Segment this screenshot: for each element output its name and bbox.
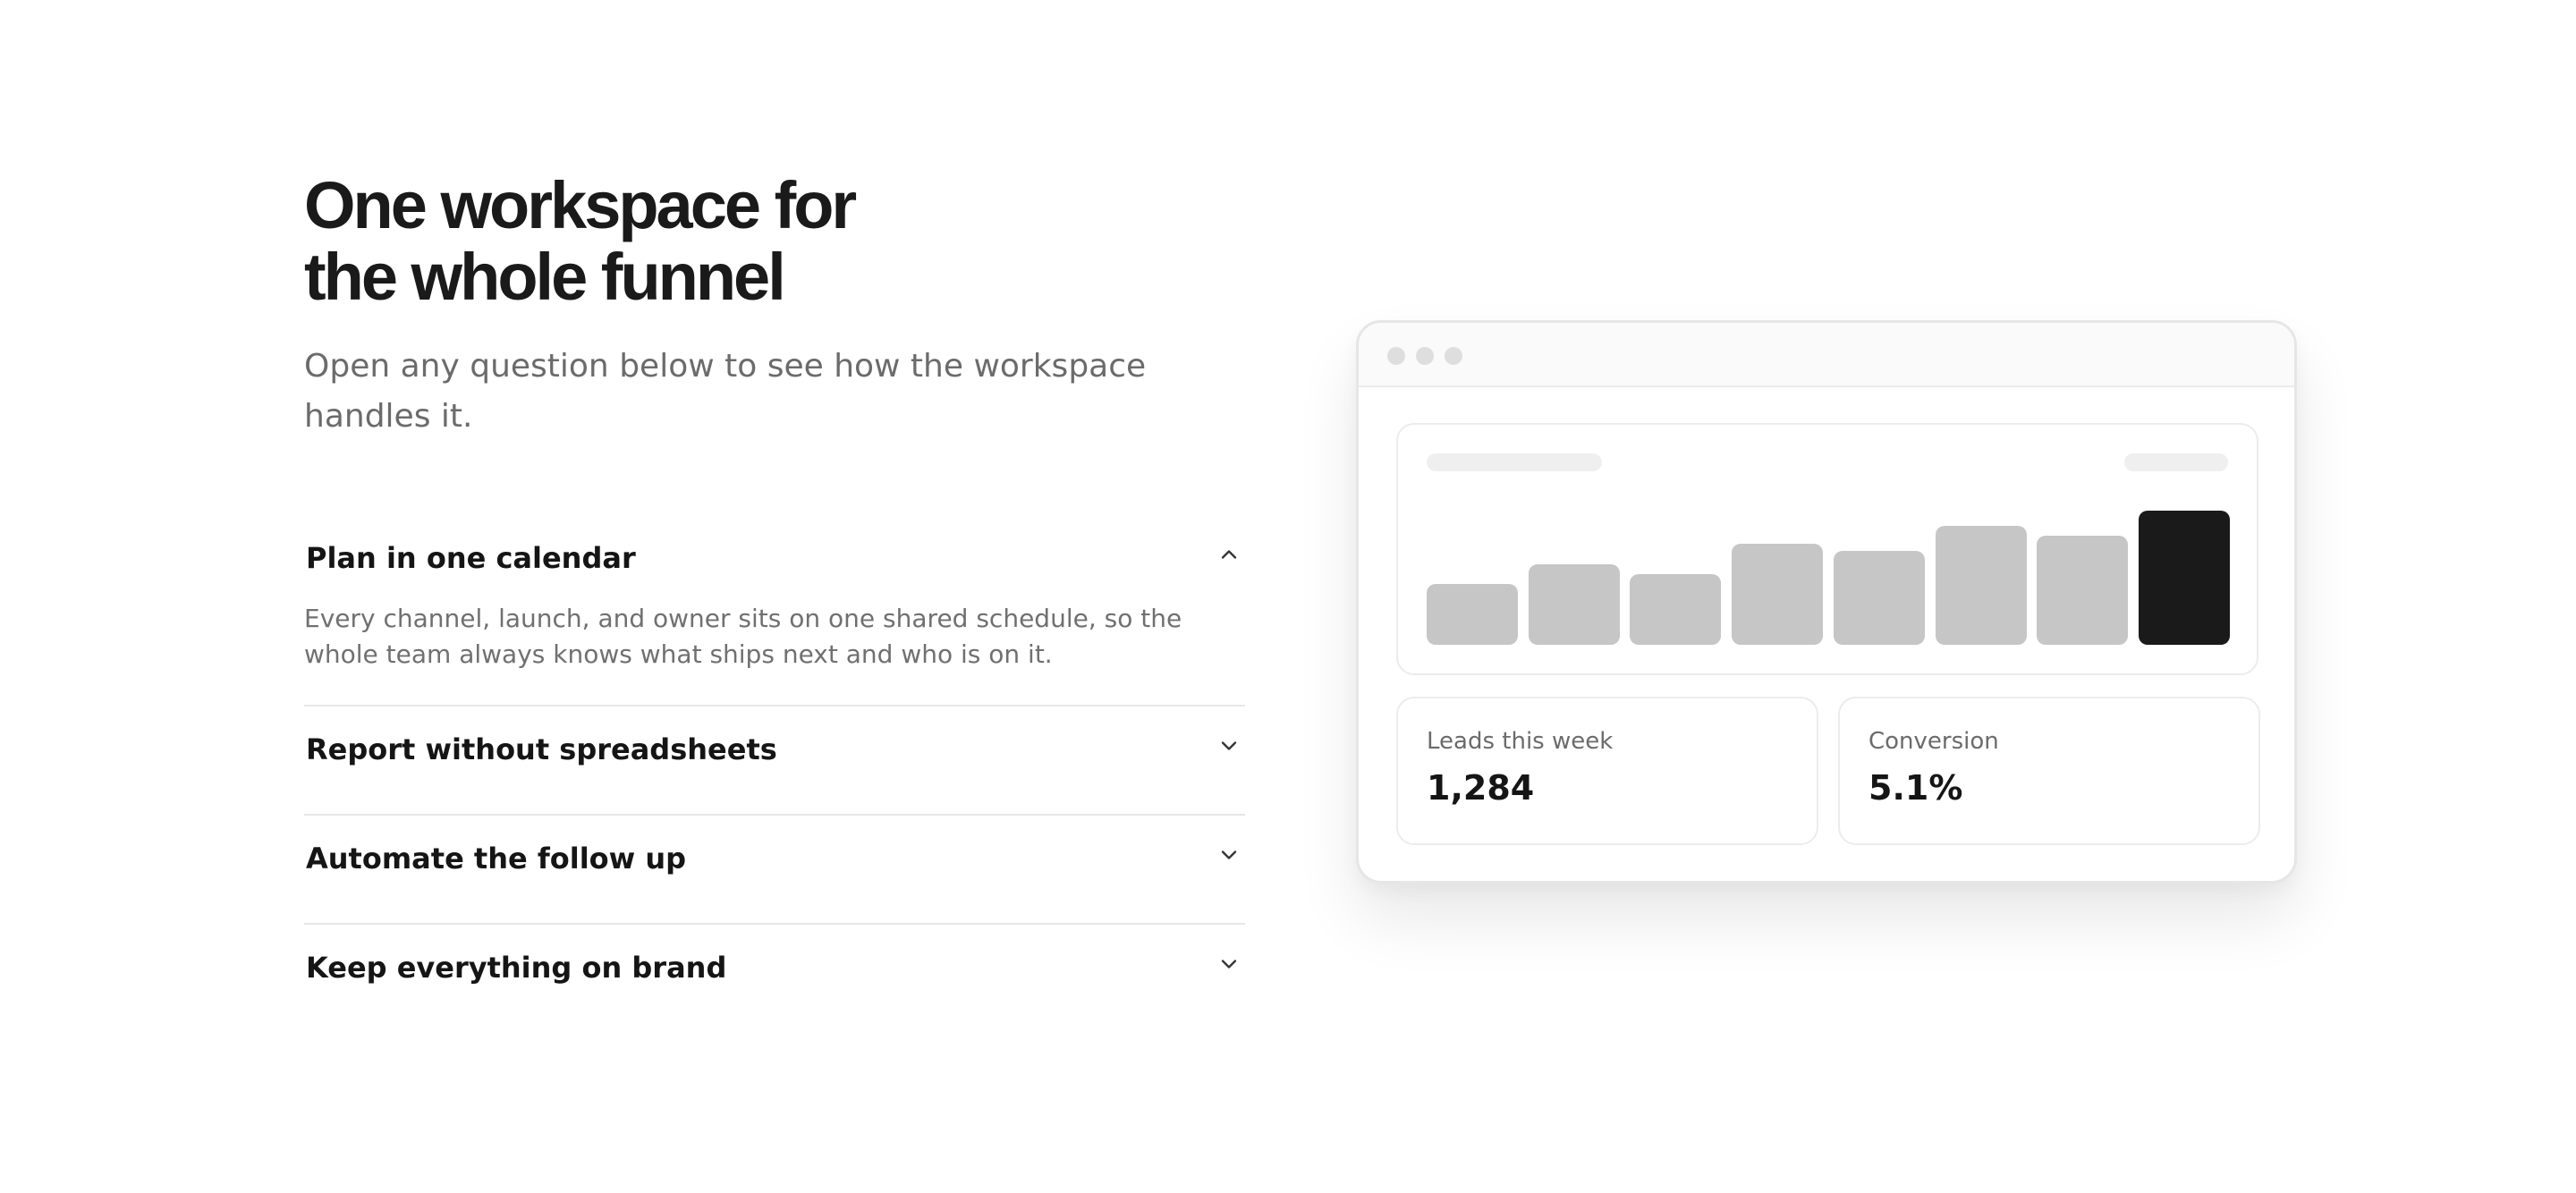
stat-label: Leads this week [1427,728,1614,755]
chart-bar-highlight [2139,511,2230,645]
stat-card-conversion: Conversion 5.1% [1838,697,2260,845]
hero: One workspace for the whole funnel Open … [304,170,1245,442]
accordion-header-automate[interactable]: Automate the follow up [304,816,1245,923]
page: One workspace for the whole funnel Open … [0,0,2576,1193]
bar-chart [1427,511,2230,645]
accordion-header-brand[interactable]: Keep everything on brand [304,925,1245,1032]
chart-bar [1732,544,1824,645]
accordion-title: Report without spreadsheets [306,732,777,766]
stat-card-leads: Leads this week 1,284 [1396,697,1818,845]
chevron-up-icon[interactable] [1216,542,1241,567]
faq-accordion: Plan in one calendar Every channel, laun… [304,515,1245,1032]
chart-card [1396,423,2258,675]
accordion-body-plan: Every channel, launch, and owner sits on… [304,604,1182,669]
dashboard-preview-window: Leads this week 1,284 Conversion 5.1% [1356,320,2297,884]
stat-label: Conversion [1868,728,1999,755]
accordion-title: Automate the follow up [306,842,687,876]
skeleton-title-placeholder [1427,453,1602,471]
accordion-header-plan[interactable]: Plan in one calendar [304,515,1245,601]
accordion-header-report[interactable]: Report without spreadsheets [304,706,1245,814]
accordion-item-plan: Plan in one calendar Every channel, laun… [304,515,1245,706]
accordion-title: Plan in one calendar [306,541,636,575]
stat-value: 1,284 [1427,768,1535,808]
page-title-line-2: the whole funnel [304,240,786,314]
chevron-down-icon[interactable] [1216,952,1241,977]
skeleton-control-placeholder [2124,453,2228,471]
chart-bar [1935,526,2027,645]
chart-bar [1427,584,1518,645]
chart-bar [2037,536,2129,645]
window-titlebar [1359,323,2294,387]
accordion-title: Keep everything on brand [306,951,727,985]
window-dot [1445,347,1462,365]
page-title-line-1: One workspace for [304,168,857,242]
chart-bar [1528,564,1620,645]
accordion-item-report: Report without spreadsheets [304,706,1245,816]
accordion-item-brand: Keep everything on brand [304,925,1245,1032]
page-subtitle: Open any question below to see how the w… [304,348,1147,435]
page-title: One workspace for the whole funnel [304,170,1245,313]
chart-bar [1833,551,1925,645]
window-dot [1416,347,1434,365]
chart-bar [1630,574,1722,645]
chevron-down-icon[interactable] [1216,733,1241,758]
chevron-down-icon[interactable] [1216,842,1241,867]
window-dot [1387,347,1405,365]
accordion-item-automate: Automate the follow up [304,816,1245,925]
stat-value: 5.1% [1868,768,1963,808]
